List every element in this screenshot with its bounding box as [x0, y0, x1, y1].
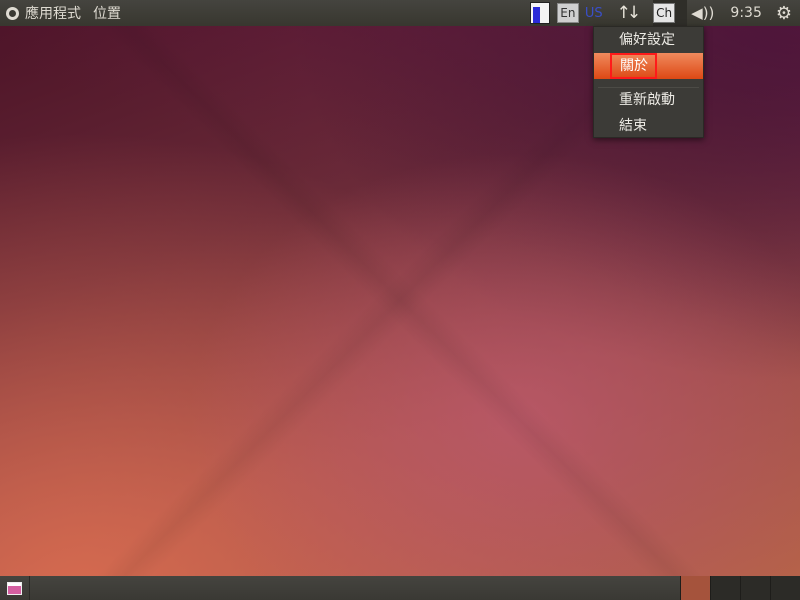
workspace-4[interactable] [770, 576, 800, 600]
clock: 9:35 [730, 5, 762, 21]
menu-item-label: 偏好設定 [619, 32, 675, 48]
ubuntu-logo-icon [6, 6, 19, 20]
applications-menu[interactable]: 應用程式 [25, 3, 81, 23]
workspace-switcher [680, 576, 800, 600]
system-tray: En US ↑↓ Ch ◀)) 9:35 ⚙ [529, 0, 800, 26]
menu-item-label: 重新啟動 [619, 92, 675, 108]
en-input-icon: En [556, 3, 579, 23]
show-desktop-icon [7, 581, 22, 595]
menu-item-preferences[interactable]: 偏好設定 [594, 27, 703, 53]
ch-input-icon: Ch [653, 3, 676, 23]
bottom-panel [0, 576, 800, 600]
battery-indicator[interactable] [529, 0, 554, 26]
places-menu[interactable]: 位置 [93, 3, 121, 23]
menu-item-label: 結束 [619, 118, 647, 134]
clock-indicator[interactable]: 9:35 [724, 0, 775, 26]
keyboard-layout-indicator[interactable]: US [582, 0, 613, 26]
battery-icon [529, 2, 550, 24]
keyboard-layout-label: US [584, 5, 603, 21]
gear-icon: ⚙ [775, 2, 792, 24]
menu-item-label: 關於 [610, 53, 657, 79]
panel-menus: 應用程式 位置 [0, 3, 133, 23]
system-menu-indicator[interactable]: ⚙ [776, 0, 800, 26]
input-method-indicator[interactable]: En [554, 0, 582, 26]
workspace-1[interactable] [680, 576, 710, 600]
workspace-2[interactable] [710, 576, 740, 600]
input-method-dropdown-menu: 偏好設定 關於 重新啟動 結束 [593, 26, 704, 138]
top-panel: 應用程式 位置 En US ↑↓ Ch ◀)) 9:35 ⚙ [0, 0, 800, 26]
chinese-input-indicator[interactable]: Ch [653, 0, 688, 26]
network-indicator[interactable]: ↑↓ [613, 0, 654, 26]
menu-item-quit[interactable]: 結束 [594, 113, 703, 139]
volume-indicator[interactable]: ◀)) [687, 0, 724, 26]
volume-icon: ◀)) [691, 4, 715, 22]
menu-item-about[interactable]: 關於 [594, 53, 703, 79]
menu-item-restart[interactable]: 重新啟動 [594, 87, 703, 113]
network-updown-icon: ↑↓ [616, 3, 641, 23]
workspace-3[interactable] [740, 576, 770, 600]
show-desktop-button[interactable] [0, 576, 30, 600]
